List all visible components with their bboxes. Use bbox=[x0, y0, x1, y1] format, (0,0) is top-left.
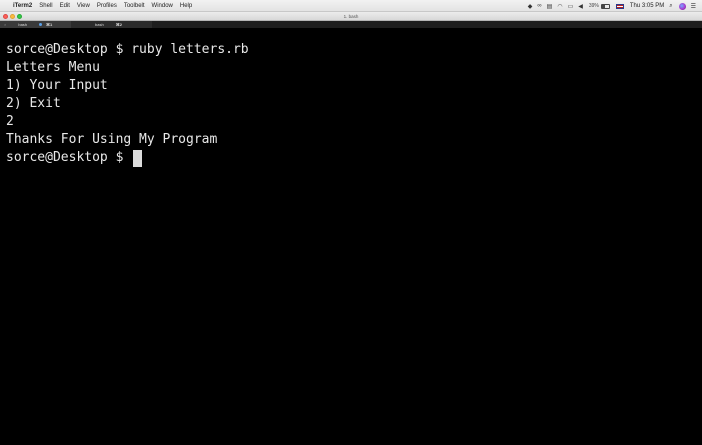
battery-percent[interactable]: 39% bbox=[589, 3, 599, 9]
clipboard-icon[interactable]: ▤ bbox=[547, 3, 553, 10]
terminal-line: Thanks For Using My Program bbox=[6, 132, 218, 147]
spotlight-icon[interactable]: ⌕ bbox=[669, 3, 672, 10]
vpn-icon[interactable]: ◆ bbox=[528, 3, 533, 10]
siri-icon[interactable] bbox=[678, 2, 686, 10]
prompt-line[interactable]: sorce@Desktop $ bbox=[6, 149, 702, 167]
activity-dot-icon bbox=[39, 23, 43, 26]
terminal-line: Letters Menu bbox=[6, 60, 100, 75]
terminal-line: 1) Your Input bbox=[6, 78, 108, 93]
menu-help[interactable]: Help bbox=[180, 3, 192, 9]
terminal-line: sorce@Desktop $ ruby letters.rb bbox=[6, 42, 249, 57]
menu-toolbelt[interactable]: Toolbelt bbox=[124, 3, 145, 9]
menu-bar: iTerm2 Shell Edit View Profiles Toolbelt… bbox=[0, 0, 702, 12]
terminal-output[interactable]: sorce@Desktop $ ruby letters.rb Letters … bbox=[0, 28, 702, 445]
tab-shortcut: ⌘2 bbox=[115, 22, 122, 27]
tab-1[interactable]: × bash ⌘1 bbox=[0, 21, 71, 28]
status-area: ◆ ∞ ▤ ◠ ▭ ◀ 39% Thu 3:05 PM ⌕ ☰ bbox=[523, 0, 696, 12]
airplay-icon[interactable]: ▭ bbox=[568, 3, 574, 10]
window-title: 1. bash bbox=[343, 14, 359, 19]
tab-bar: × bash ⌘1 bash ⌘2 bbox=[0, 21, 702, 28]
menu-window[interactable]: Window bbox=[152, 3, 173, 9]
menu-view[interactable]: View bbox=[77, 3, 90, 9]
text-cursor bbox=[133, 150, 143, 167]
wifi-icon[interactable]: ◠ bbox=[557, 3, 562, 10]
notification-center-icon[interactable]: ☰ bbox=[691, 3, 696, 10]
menu-profiles[interactable]: Profiles bbox=[97, 3, 117, 9]
tab-close-icon[interactable]: × bbox=[4, 22, 6, 27]
tab-label: bash bbox=[18, 22, 28, 27]
battery-icon[interactable] bbox=[600, 3, 610, 9]
terminal-line: 2 bbox=[6, 114, 14, 129]
shell-prompt: sorce@Desktop $ bbox=[6, 150, 132, 165]
tab-shortcut: ⌘1 bbox=[46, 22, 53, 27]
terminal-line: 2) Exit bbox=[6, 96, 61, 111]
tab-label: bash bbox=[95, 22, 104, 27]
tab-2[interactable]: bash ⌘2 bbox=[71, 21, 152, 28]
menubar-clock[interactable]: Thu 3:05 PM bbox=[630, 3, 664, 9]
menu-edit[interactable]: Edit bbox=[60, 3, 70, 9]
window-titlebar[interactable]: 1. bash bbox=[0, 12, 702, 21]
volume-icon[interactable]: ◀ bbox=[578, 3, 583, 10]
menu-app-name[interactable]: iTerm2 bbox=[13, 3, 32, 9]
menu-shell[interactable]: Shell bbox=[39, 3, 52, 9]
flag-icon[interactable] bbox=[615, 3, 624, 9]
infinity-icon[interactable]: ∞ bbox=[537, 3, 541, 9]
